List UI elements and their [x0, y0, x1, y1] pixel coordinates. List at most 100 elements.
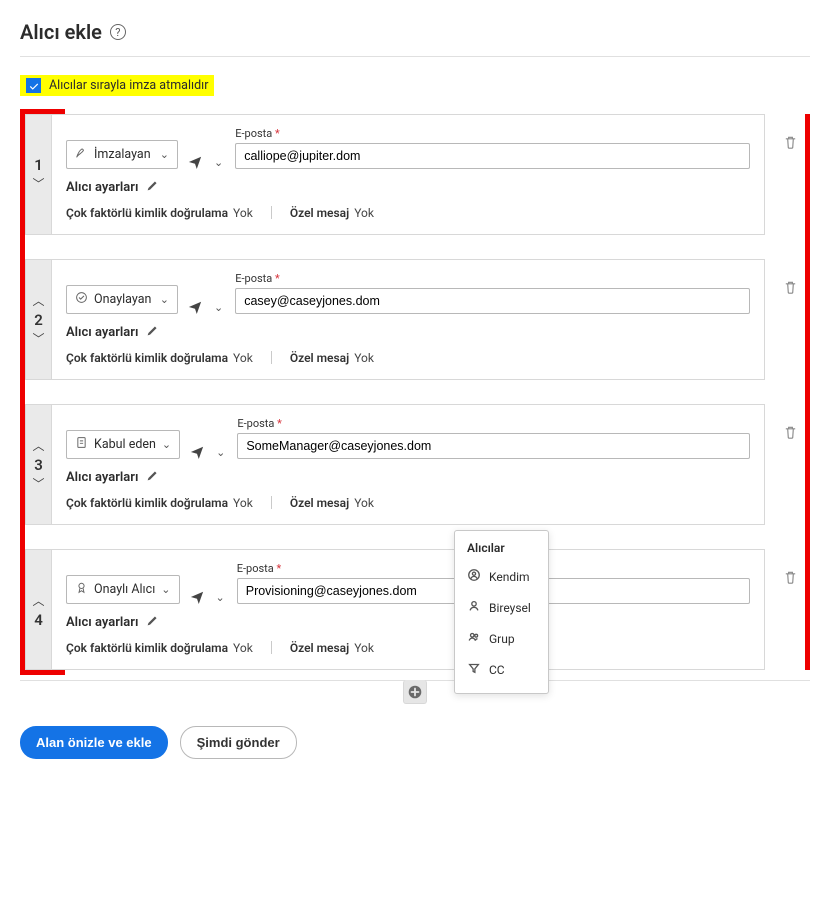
recipient-settings-label: Alıcı ayarları — [66, 180, 138, 195]
recipient-card: İmzalayan ⌄ ⌄ E-posta * Alıcı ayarları — [51, 114, 765, 235]
role-label: Kabul eden — [94, 437, 156, 452]
delivery-icon[interactable] — [188, 155, 202, 169]
popover-item-label: Bireysel — [489, 601, 531, 615]
popover-title: Alıcılar — [455, 539, 548, 561]
divider — [271, 496, 272, 509]
mfa-value: Yok — [233, 206, 253, 220]
recipient-type-popover: Alıcılar Kendim Bireysel Grup — [454, 530, 549, 694]
role-icon — [75, 146, 88, 163]
edit-settings-icon[interactable] — [146, 324, 159, 341]
user-single-icon — [467, 599, 481, 616]
divider — [271, 641, 272, 654]
mfa-label: Çok faktörlü kimlik doğrulama — [66, 351, 228, 365]
page-title: Alıcı ekle — [20, 20, 102, 44]
move-down-icon[interactable]: ﹀ — [32, 329, 44, 349]
mfa-value: Yok — [233, 351, 253, 365]
order-number: 1 — [34, 156, 43, 174]
email-input[interactable] — [235, 288, 750, 314]
delete-recipient-icon[interactable] — [783, 425, 798, 444]
move-down-icon[interactable]: ﹀ — [32, 474, 44, 494]
private-message-value: Yok — [354, 206, 374, 220]
role-select[interactable]: Kabul eden ⌄ — [66, 430, 180, 459]
recipient-order: ︿ 3 ﹀ — [25, 404, 51, 525]
recipient-card: Kabul eden ⌄ ⌄ E-posta * Alıcı ayarları — [51, 404, 765, 525]
move-up-icon[interactable]: ︿ — [32, 436, 44, 456]
delivery-icon[interactable] — [190, 445, 204, 459]
role-icon — [75, 581, 88, 598]
mfa-value: Yok — [233, 496, 253, 510]
delivery-chevron-icon[interactable]: ⌄ — [214, 446, 227, 459]
filter-icon — [467, 661, 481, 678]
add-recipient-button[interactable] — [403, 680, 427, 704]
move-up-icon[interactable]: ︿ — [32, 591, 44, 611]
recipient-settings-label: Alıcı ayarları — [66, 325, 138, 340]
move-down-icon[interactable]: ﹀ — [32, 174, 44, 194]
recipient-settings-label: Alıcı ayarları — [66, 615, 138, 630]
popover-item-user-group[interactable]: Grup — [455, 623, 548, 654]
recipient-order: 1 ﹀ — [25, 114, 51, 235]
edit-settings-icon[interactable] — [146, 179, 159, 196]
mfa-label: Çok faktörlü kimlik doğrulama — [66, 496, 228, 510]
role-icon — [75, 436, 88, 453]
mfa-label: Çok faktörlü kimlik doğrulama — [66, 206, 228, 220]
delivery-chevron-icon[interactable]: ⌄ — [212, 156, 225, 169]
popover-item-label: CC — [489, 663, 505, 677]
checkbox-checked-icon — [26, 78, 41, 93]
sequential-signing-label: Alıcılar sırayla imza atmalıdır — [49, 78, 208, 93]
order-number: 4 — [34, 611, 43, 629]
delete-recipient-icon[interactable] — [783, 135, 798, 154]
delivery-icon[interactable] — [188, 300, 202, 314]
delivery-chevron-icon[interactable]: ⌄ — [212, 301, 225, 314]
role-label: İmzalayan — [94, 147, 151, 162]
role-label: Onaylı Alıcı — [94, 582, 155, 597]
recipient-order: ︿ 2 ﹀ — [25, 259, 51, 380]
popover-item-label: Kendim — [489, 570, 530, 584]
move-up-icon[interactable]: ︿ — [32, 291, 44, 311]
recipient-order: ︿ 4 — [25, 549, 51, 670]
divider — [271, 351, 272, 364]
popover-item-label: Grup — [489, 632, 515, 646]
email-label: E-posta * — [235, 272, 750, 285]
role-icon — [75, 291, 88, 308]
role-select[interactable]: İmzalayan ⌄ — [66, 140, 178, 169]
popover-item-filter[interactable]: CC — [455, 654, 548, 685]
recipient-card: Onaylı Alıcı ⌄ ⌄ E-posta * Alıcı ayarlar… — [51, 549, 765, 670]
chevron-down-icon: ⌄ — [161, 583, 170, 596]
private-message-label: Özel mesaj — [290, 351, 349, 365]
recipient-settings-label: Alıcı ayarları — [66, 470, 138, 485]
mfa-value: Yok — [233, 641, 253, 655]
email-input[interactable] — [237, 433, 750, 459]
private-message-value: Yok — [354, 351, 374, 365]
mfa-label: Çok faktörlü kimlik doğrulama — [66, 641, 228, 655]
user-group-icon — [467, 630, 481, 647]
sequential-signing-toggle[interactable]: Alıcılar sırayla imza atmalıdır — [20, 75, 214, 96]
edit-settings-icon[interactable] — [146, 614, 159, 631]
send-now-button[interactable]: Şimdi gönder — [180, 726, 297, 759]
chevron-down-icon: ⌄ — [160, 148, 169, 161]
delivery-chevron-icon[interactable]: ⌄ — [214, 591, 227, 604]
preview-and-add-button[interactable]: Alan önizle ve ekle — [20, 726, 168, 759]
user-self-icon — [467, 568, 481, 585]
popover-item-user-self[interactable]: Kendim — [455, 561, 548, 592]
edit-settings-icon[interactable] — [146, 469, 159, 486]
private-message-value: Yok — [354, 641, 374, 655]
email-label: E-posta * — [237, 417, 750, 430]
order-number: 2 — [34, 311, 43, 329]
popover-item-user-single[interactable]: Bireysel — [455, 592, 548, 623]
private-message-label: Özel mesaj — [290, 206, 349, 220]
chevron-down-icon: ⌄ — [160, 293, 169, 306]
recipient-card: Onaylayan ⌄ ⌄ E-posta * Alıcı ayarları — [51, 259, 765, 380]
private-message-value: Yok — [354, 496, 374, 510]
delete-recipient-icon[interactable] — [783, 280, 798, 299]
email-label: E-posta * — [235, 127, 750, 140]
delete-recipient-icon[interactable] — [783, 570, 798, 589]
help-icon[interactable]: ? — [110, 24, 126, 40]
order-number: 3 — [34, 456, 43, 474]
role-select[interactable]: Onaylı Alıcı ⌄ — [66, 575, 180, 604]
role-select[interactable]: Onaylayan ⌄ — [66, 285, 178, 314]
delivery-icon[interactable] — [190, 590, 204, 604]
email-input[interactable] — [235, 143, 750, 169]
chevron-down-icon: ⌄ — [162, 438, 171, 451]
divider — [271, 206, 272, 219]
private-message-label: Özel mesaj — [290, 496, 349, 510]
